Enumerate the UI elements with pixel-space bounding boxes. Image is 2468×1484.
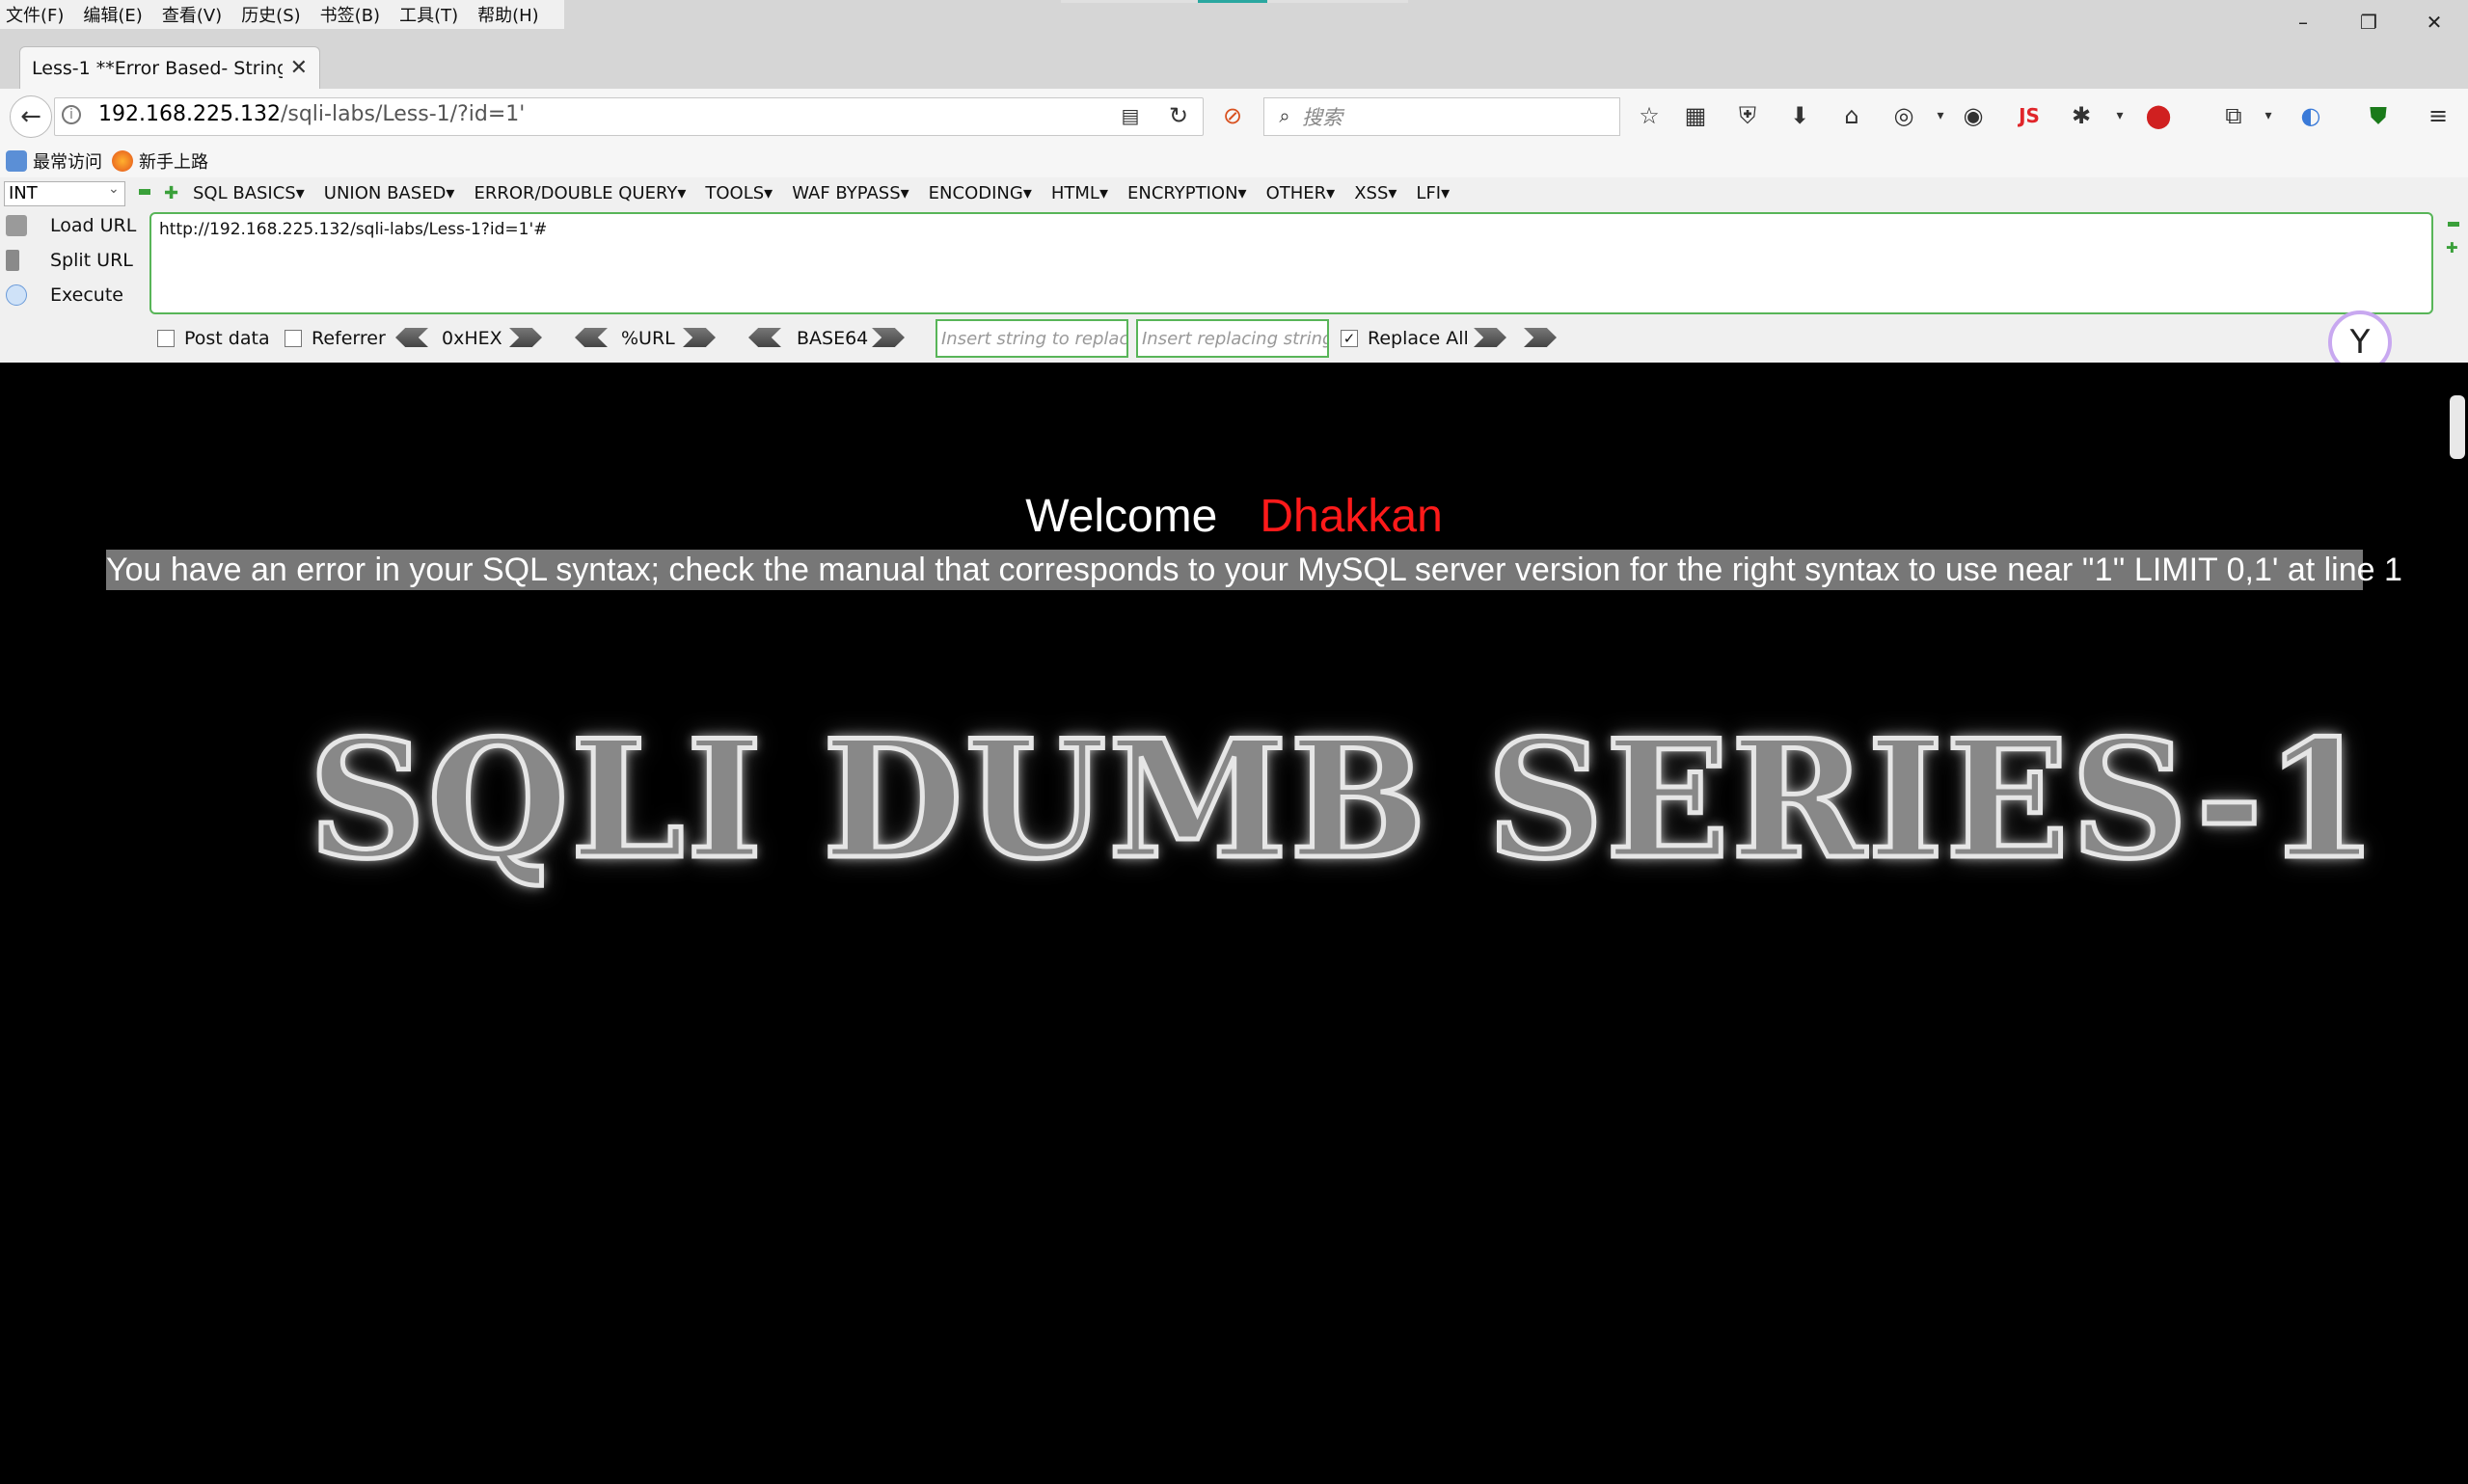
- download-icon[interactable]: ⬇: [1784, 100, 1815, 131]
- menu-xss[interactable]: XSS▾: [1354, 183, 1397, 203]
- split-url-label: Split URL: [50, 250, 133, 271]
- bug-icon[interactable]: ✱: [2066, 100, 2097, 131]
- url-host: 192.168.225.132: [98, 102, 281, 126]
- minus-icon[interactable]: [139, 189, 150, 195]
- search-placeholder: 搜索: [1302, 106, 1342, 129]
- welcome-name: Dhakkan: [1260, 491, 1443, 542]
- close-window-button[interactable]: ✕: [2405, 4, 2463, 40]
- url-path: /sqli-labs/Less-1/?id=1': [280, 102, 526, 126]
- menu-view[interactable]: 查看(V): [162, 2, 222, 27]
- replacing-string-input[interactable]: Insert replacing string: [1136, 319, 1329, 358]
- menu-encoding[interactable]: ENCODING▾: [929, 183, 1032, 203]
- replace-all-label: Replace All: [1368, 328, 1469, 349]
- library-icon[interactable]: ▦: [1680, 100, 1711, 131]
- hamburger-menu-icon[interactable]: ≡: [2423, 100, 2454, 131]
- reload-icon[interactable]: ↻: [1163, 100, 1194, 131]
- post-data-label: Post data: [184, 328, 270, 349]
- globe-icon[interactable]: ◉: [1958, 100, 1989, 131]
- menu-html[interactable]: HTML▾: [1051, 183, 1108, 203]
- sql-error-message: You have an error in your SQL syntax; ch…: [106, 550, 2402, 590]
- chevron-down-icon[interactable]: ▾: [2253, 100, 2284, 131]
- load-icon: [6, 215, 27, 236]
- translate-icon[interactable]: ◐: [2295, 100, 2326, 131]
- menu-union-based[interactable]: UNION BASED▾: [324, 183, 455, 203]
- minimize-button[interactable]: –: [2274, 4, 2332, 40]
- referrer-checkbox[interactable]: [285, 330, 302, 347]
- bookmark-label: 新手上路: [139, 152, 208, 173]
- menu-bar: 文件(F) 编辑(E) 查看(V) 历史(S) 书签(B) 工具(T) 帮助(H…: [0, 0, 564, 29]
- bookmark-label: 最常访问: [33, 152, 102, 173]
- devices-icon[interactable]: ⧉: [2218, 100, 2249, 131]
- split-url-button[interactable]: Split URL: [6, 250, 133, 271]
- pocket-icon[interactable]: ⛨: [1732, 100, 1763, 131]
- tab-title: Less-1 **Error Based- String...: [32, 57, 283, 79]
- reader-view-icon[interactable]: ▤: [1115, 100, 1146, 131]
- palette-icon[interactable]: ◎: [1888, 100, 1919, 131]
- hex-label: 0xHEX: [442, 328, 502, 349]
- tab-close-icon[interactable]: ✕: [290, 56, 308, 80]
- referrer-option[interactable]: Referrer: [285, 328, 386, 349]
- hackbar-menu: SQL BASICS▾ UNION BASED▾ ERROR/DOUBLE QU…: [193, 183, 1469, 203]
- hackbar-url-value: http://192.168.225.132/sqli-labs/Less-1?…: [159, 220, 548, 239]
- post-data-option[interactable]: Post data: [157, 328, 270, 349]
- arrow-left-icon: ←: [20, 102, 41, 131]
- welcome-line: Welcome Dhakkan: [0, 490, 2468, 543]
- search-icon: ⌕: [1279, 104, 1290, 127]
- shield-icon[interactable]: ⛊: [2363, 100, 2394, 131]
- menu-bookmarks[interactable]: 书签(B): [320, 2, 380, 27]
- sqli-banner: SQLI DUMB SERIES-1: [307, 702, 2380, 898]
- star-bookmark-icon[interactable]: ☆: [1634, 100, 1665, 131]
- firefox-icon: [112, 150, 133, 172]
- address-text[interactable]: 192.168.225.132/sqli-labs/Less-1/?id=1': [98, 102, 525, 126]
- chevron-down-icon: ⌄: [108, 181, 120, 197]
- execute-button[interactable]: Execute: [6, 284, 123, 306]
- urlenc-label: %URL: [621, 328, 675, 349]
- menu-help[interactable]: 帮助(H): [477, 2, 539, 27]
- menu-file[interactable]: 文件(F): [6, 2, 64, 27]
- menu-error-double-query[interactable]: ERROR/DOUBLE QUERY▾: [474, 183, 686, 203]
- restore-button[interactable]: ❐: [2340, 4, 2398, 40]
- tab-active[interactable]: Less-1 **Error Based- String... ✕: [19, 46, 320, 89]
- replace-string-input[interactable]: Insert string to replace: [936, 319, 1128, 358]
- plus-icon[interactable]: ✚: [164, 183, 178, 203]
- js-toggle-icon[interactable]: JS: [2014, 100, 2045, 131]
- menu-other[interactable]: OTHER▾: [1266, 183, 1336, 203]
- referrer-label: Referrer: [312, 328, 386, 349]
- load-url-button[interactable]: Load URL: [6, 215, 136, 236]
- menu-tools[interactable]: TOOLS▾: [705, 183, 773, 203]
- replace-all-option[interactable]: ✓ Replace All: [1341, 328, 1469, 349]
- menu-encryption[interactable]: ENCRYPTION▾: [1127, 183, 1247, 203]
- menu-waf-bypass[interactable]: WAF BYPASS▾: [792, 183, 909, 203]
- folder-icon: [6, 150, 27, 172]
- home-icon[interactable]: ⌂: [1836, 100, 1867, 131]
- tab-strip-accent: [1198, 0, 1267, 3]
- menu-sql-basics[interactable]: SQL BASICS▾: [193, 183, 305, 203]
- base64-label: BASE64: [797, 328, 869, 349]
- record-icon[interactable]: ⬤: [2143, 100, 2174, 131]
- back-button[interactable]: ←: [10, 95, 52, 138]
- play-icon: [6, 284, 27, 306]
- menu-lfi[interactable]: LFI▾: [1416, 183, 1450, 203]
- menu-history[interactable]: 历史(S): [241, 2, 300, 27]
- chevron-down-icon[interactable]: ▾: [2104, 100, 2135, 131]
- post-data-checkbox[interactable]: [157, 330, 175, 347]
- block-icon[interactable]: ⊘: [1217, 100, 1248, 131]
- menu-tools[interactable]: 工具(T): [399, 2, 458, 27]
- bookmarks-toolbar: [0, 143, 2468, 177]
- plus-icon[interactable]: ✚: [2446, 239, 2458, 256]
- bookmark-getting-started[interactable]: 新手上路: [112, 148, 208, 174]
- scissors-icon: [6, 250, 19, 271]
- minus-icon[interactable]: [2448, 222, 2459, 227]
- menu-edit[interactable]: 编辑(E): [83, 2, 142, 27]
- welcome-text: Welcome: [1025, 491, 1218, 542]
- replace-all-checkbox[interactable]: ✓: [1341, 330, 1358, 347]
- info-icon[interactable]: i: [62, 105, 81, 124]
- load-url-label: Load URL: [50, 215, 137, 236]
- scrollbar-thumb[interactable]: [2450, 395, 2465, 459]
- chevron-down-icon[interactable]: ▾: [1925, 100, 1956, 131]
- execute-label: Execute: [50, 284, 123, 306]
- bookmark-most-visited[interactable]: 最常访问: [6, 148, 102, 174]
